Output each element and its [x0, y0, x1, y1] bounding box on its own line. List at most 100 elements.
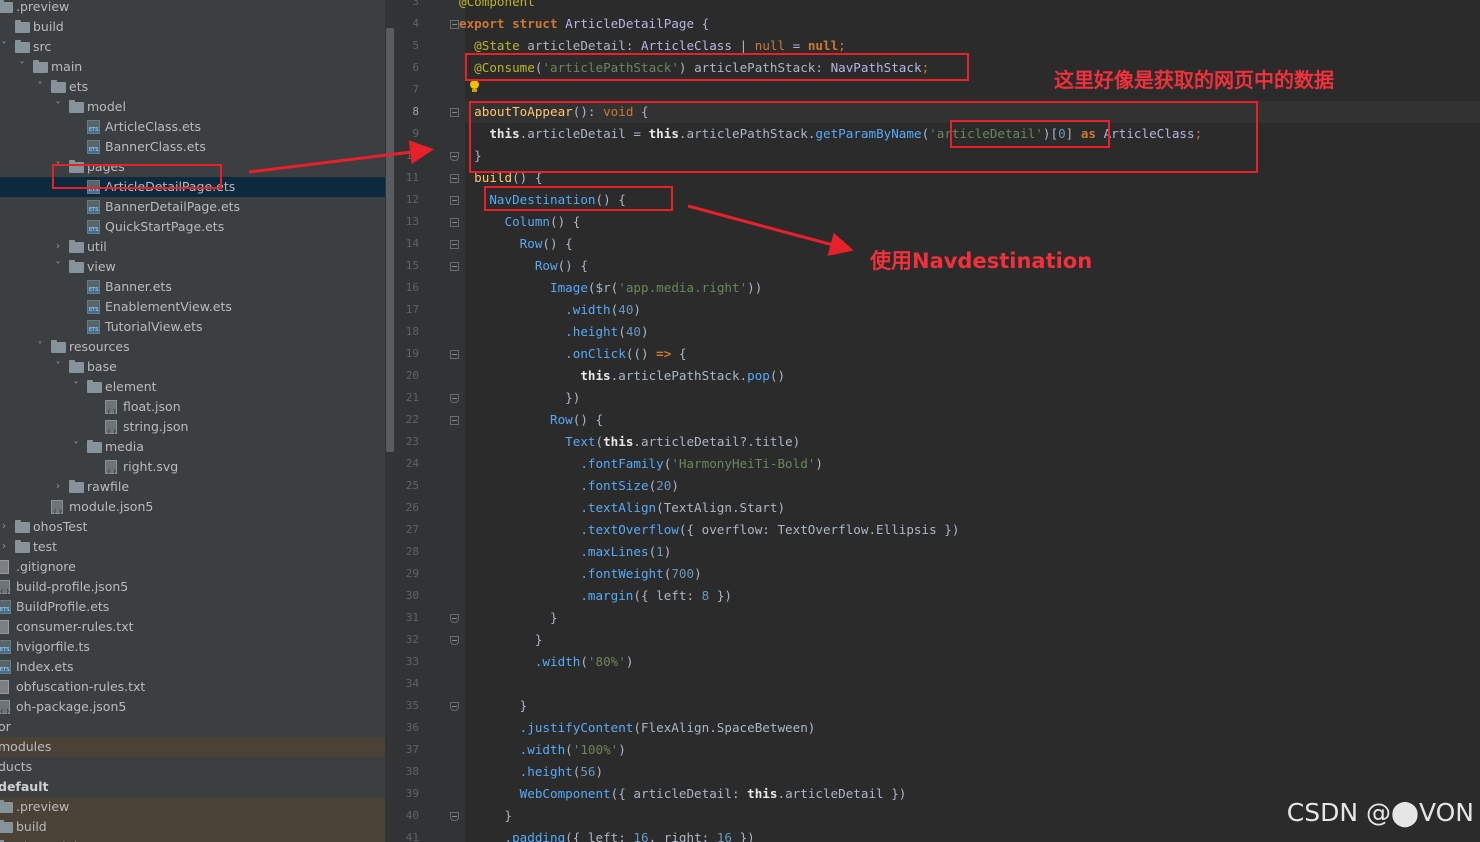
chevron-right-icon[interactable]: › [52, 237, 64, 257]
fold-marker-icon[interactable] [450, 240, 459, 249]
chevron-down-icon[interactable]: ˅ [52, 257, 64, 277]
tree-item[interactable]: BannerDetailPage.ets [0, 197, 385, 217]
fold-marker-icon[interactable] [450, 20, 459, 29]
tree-item-label: main [51, 59, 83, 74]
line-number: 33 [405, 655, 419, 668]
line-number: 37 [405, 743, 419, 756]
tree-item[interactable]: build [0, 17, 385, 37]
tree-item[interactable]: ˅ ets [0, 77, 385, 97]
tree-item[interactable]: ˅ main [0, 57, 385, 77]
chevron-down-icon[interactable]: ˅ [52, 357, 64, 377]
tree-item[interactable]: consumer-rules.txt [0, 617, 385, 637]
tree-item[interactable]: › ohosTest [0, 517, 385, 537]
tree-scrollbar[interactable] [386, 28, 394, 452]
fold-marker-icon[interactable] [450, 812, 459, 821]
tree-item[interactable]: › util [0, 237, 385, 257]
tree-item[interactable]: TutorialView.ets [0, 317, 385, 337]
tree-item[interactable]: ˅ src [0, 37, 385, 57]
chevron-down-icon[interactable]: ˅ [0, 37, 10, 57]
line-number: 26 [405, 501, 419, 514]
tree-item[interactable]: float.json [0, 397, 385, 423]
ets-file-icon [87, 140, 100, 154]
tree-item[interactable]: module.json5 [0, 497, 385, 523]
tree-item-label: TutorialView.ets [105, 319, 203, 334]
fold-marker-icon[interactable] [450, 262, 459, 271]
tree-item[interactable]: oh_modules [0, 837, 385, 842]
tree-item[interactable]: .gitignore [0, 557, 385, 577]
chevron-down-icon[interactable]: ˅ [34, 77, 46, 97]
line-number: 7 [412, 83, 419, 96]
chevron-right-icon[interactable]: › [0, 517, 10, 537]
selected-file-box [52, 164, 222, 189]
json-file-icon [0, 580, 10, 603]
ets-file-icon [0, 640, 11, 654]
fold-marker-icon[interactable] [450, 108, 459, 117]
folder-icon [69, 240, 84, 253]
tree-item[interactable]: hvigorfile.ts [0, 637, 385, 657]
tree-item-label: ohosTest [33, 519, 88, 534]
tree-item-label: Banner.ets [105, 279, 172, 294]
fold-marker-icon[interactable] [450, 218, 459, 227]
tree-item[interactable]: ducts [0, 757, 385, 777]
fold-marker-icon[interactable] [450, 614, 459, 623]
code-line: Row() { [459, 236, 573, 251]
line-number: 40 [405, 809, 419, 822]
chevron-right-icon[interactable]: › [0, 537, 10, 557]
tree-item[interactable]: QuickStartPage.ets [0, 217, 385, 237]
tree-item[interactable]: EnablementView.ets [0, 297, 385, 317]
tree-item[interactable]: Banner.ets [0, 277, 385, 297]
tree-item[interactable]: build-profile.json5 [0, 577, 385, 603]
tree-item-label: BannerClass.ets [105, 139, 206, 154]
tree-item[interactable]: oh-package.json5 [0, 697, 385, 723]
chevron-down-icon[interactable]: ˅ [16, 57, 28, 77]
fold-marker-icon[interactable] [450, 636, 459, 645]
ets-file-icon [87, 320, 100, 334]
tree-item[interactable]: or [0, 717, 385, 737]
fold-marker-icon[interactable] [450, 416, 459, 425]
tree-item[interactable]: BannerClass.ets [0, 137, 385, 157]
tree-item[interactable]: modules [0, 737, 385, 757]
chevron-down-icon[interactable]: ˅ [34, 337, 46, 357]
chevron-down-icon[interactable]: ˅ [70, 377, 82, 397]
folder-icon [87, 380, 102, 393]
line-number: 38 [405, 765, 419, 778]
folder-icon [69, 100, 84, 113]
tree-item[interactable]: Index.ets [0, 657, 385, 677]
tree-item[interactable]: BuildProfile.ets [0, 597, 385, 617]
tree-item-label: string.json [123, 419, 189, 434]
tree-item[interactable]: obfuscation-rules.txt [0, 677, 385, 697]
line-number: 9 [412, 127, 419, 140]
fold-marker-icon[interactable] [450, 394, 459, 403]
tree-item[interactable]: ˅ element [0, 377, 385, 397]
tree-item[interactable]: ˅ resources [0, 337, 385, 357]
line-number: 4 [412, 17, 419, 30]
tree-item[interactable]: ArticleClass.ets [0, 117, 385, 137]
tree-item[interactable]: › test [0, 537, 385, 557]
tree-item[interactable]: right.svg [0, 457, 385, 483]
tree-item[interactable]: ˅ model [0, 97, 385, 117]
fold-marker-icon[interactable] [450, 196, 459, 205]
tree-item[interactable]: › rawfile [0, 477, 385, 497]
fold-marker-icon[interactable] [450, 350, 459, 359]
tree-item-label: Index.ets [16, 659, 74, 674]
tree-item-label: right.svg [123, 459, 179, 474]
tree-item[interactable]: ˅ media [0, 437, 385, 457]
tree-item-label: ets [69, 79, 89, 94]
line-number: 36 [405, 721, 419, 734]
json-file-icon [105, 420, 117, 443]
tree-item[interactable]: string.json [0, 417, 385, 443]
chevron-down-icon[interactable]: ˅ [70, 437, 82, 457]
lightbulb-icon[interactable] [469, 80, 479, 93]
tree-item[interactable]: build [0, 817, 385, 837]
tree-item[interactable]: ˅ base [0, 357, 385, 377]
fold-marker-icon[interactable] [450, 152, 459, 161]
tree-item[interactable]: .preview [0, 0, 385, 17]
tree-item[interactable]: ˅ view [0, 257, 385, 277]
tree-item[interactable]: default [0, 777, 385, 797]
chevron-down-icon[interactable]: ˅ [52, 97, 64, 117]
fold-marker-icon[interactable] [450, 174, 459, 183]
chevron-right-icon[interactable]: › [52, 477, 64, 497]
tree-item-label: module.json5 [69, 499, 154, 514]
tree-item[interactable]: .preview [0, 797, 385, 817]
fold-marker-icon[interactable] [450, 702, 459, 711]
